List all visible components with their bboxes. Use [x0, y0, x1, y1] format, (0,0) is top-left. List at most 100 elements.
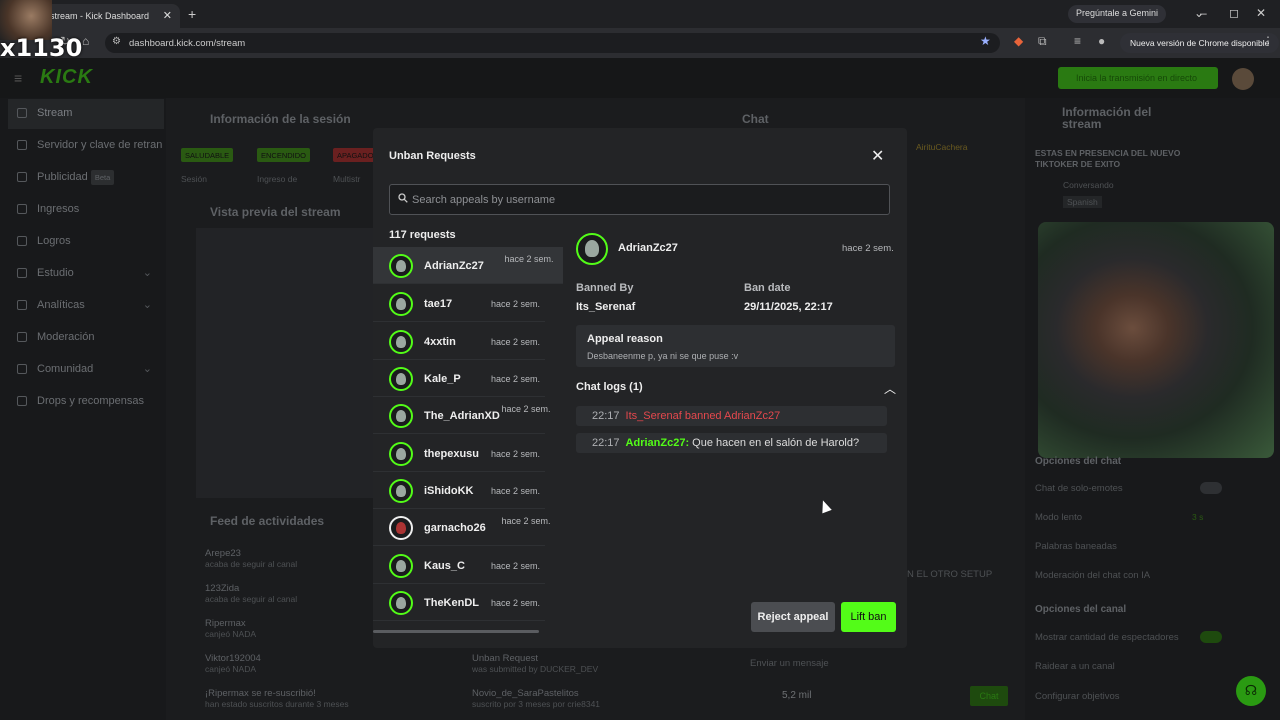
- site-info-icon[interactable]: ⚙: [112, 36, 121, 47]
- avatar: [389, 516, 413, 540]
- emotes-toggle[interactable]: [1200, 482, 1222, 494]
- modal-title: Unban Requests: [389, 150, 476, 162]
- activity-sub: han estado suscritos durante 3 meses: [205, 699, 349, 709]
- sidebar-item-income[interactable]: Ingresos: [8, 195, 164, 225]
- activity-name: Viktor192004: [205, 653, 261, 664]
- list-scrollbar[interactable]: [373, 630, 539, 633]
- chevron-up-icon[interactable]: ︿: [884, 380, 896, 397]
- banned-by-label: Banned By: [576, 282, 634, 294]
- request-row[interactable]: thepexusu hace 2 sem.: [373, 435, 545, 472]
- chat-input[interactable]: Enviar un mensaje: [750, 658, 829, 669]
- home-icon[interactable]: ⌂: [82, 34, 89, 48]
- request-username: TheKenDL: [424, 597, 479, 609]
- close-window-icon[interactable]: ✕: [1256, 6, 1266, 20]
- close-tab-icon[interactable]: ✕: [163, 9, 172, 22]
- menu-kebab-icon[interactable]: ⋮: [1262, 34, 1274, 48]
- new-tab-icon[interactable]: +: [188, 6, 196, 22]
- lift-ban-button[interactable]: Lift ban: [841, 602, 896, 632]
- status-badge: SALUDABLE: [181, 148, 234, 162]
- appeal-reason-label: Appeal reason: [587, 333, 663, 345]
- stream-preview: [196, 228, 373, 498]
- activity-item: Arepe23 acaba de seguir al canal: [185, 548, 297, 569]
- stream-title: ESTAS EN PRESENCIA DEL NUEVO TIKTOKER DE…: [1035, 148, 1181, 169]
- extensions-puzzle-icon[interactable]: ⧉: [1038, 34, 1047, 49]
- activity-feed-title: Feed de actividades: [210, 514, 325, 528]
- ads-icon: [17, 172, 27, 182]
- request-row[interactable]: Kaus_C hace 2 sem.: [373, 547, 545, 584]
- chrome-update-button[interactable]: Nueva versión de Chrome disponible: [1120, 33, 1280, 53]
- avatar[interactable]: [1232, 68, 1254, 90]
- maximize-icon[interactable]: ◻: [1229, 6, 1239, 20]
- avatar: [389, 442, 413, 466]
- sidebar-item-server[interactable]: Servidor y clave de retran: [8, 131, 164, 161]
- sidebar-item-community[interactable]: Comunidad ⌄: [8, 355, 164, 385]
- url-field[interactable]: dashboard.kick.com/stream: [105, 33, 1000, 53]
- sidebar-item-stream[interactable]: Stream: [8, 99, 164, 129]
- log-time: 22:17: [592, 410, 620, 422]
- sidebar-item-studio[interactable]: Estudio ⌄: [8, 259, 164, 289]
- log-time: 22:17: [592, 437, 620, 449]
- channel-option-raid[interactable]: Raidear a un canal: [1035, 661, 1115, 672]
- sidebar-item-analytics[interactable]: Analíticas ⌄: [8, 291, 164, 321]
- hamburger-icon[interactable]: ≡: [14, 70, 22, 86]
- income-icon: [17, 204, 27, 214]
- preview-title: Vista previa del stream: [210, 205, 341, 219]
- request-row[interactable]: TheKenDL hace 2 sem.: [373, 584, 545, 621]
- search-input[interactable]: Search appeals by username: [389, 184, 890, 215]
- log-user: AdrianZc27:: [625, 437, 690, 449]
- activity-item: ¡Ripermax se re-suscribió! han estado sus…: [185, 688, 349, 709]
- channel-option-viewers[interactable]: Mostrar cantidad de espectadores: [1035, 632, 1179, 643]
- sidebar-item-moderation[interactable]: Moderación: [8, 323, 164, 353]
- request-time: hace 2 sem.: [501, 404, 551, 414]
- activity-sub: canjeó NADA: [205, 664, 257, 674]
- viewers-toggle[interactable]: [1200, 631, 1222, 643]
- media-icon[interactable]: ≡: [1074, 34, 1081, 48]
- chat-option-banned-words[interactable]: Palabras baneadas: [1035, 541, 1117, 552]
- chat-logs-label: Chat logs (1): [576, 381, 643, 393]
- avatar: [389, 591, 413, 615]
- request-time: hace 2 sem.: [491, 299, 541, 309]
- sidebar-item-drops[interactable]: Drops y recompensas: [8, 387, 164, 417]
- activity-name: Novio_de_SaraPastelitos: [472, 688, 579, 699]
- request-row[interactable]: iShidoKK hace 2 sem.: [373, 472, 545, 509]
- minimize-icon[interactable]: –: [1200, 6, 1207, 20]
- reject-appeal-button[interactable]: Reject appeal: [751, 602, 835, 632]
- sidebar-item-label: Analíticas: [37, 299, 85, 311]
- chat-option-emotes[interactable]: Chat de solo-emotes: [1035, 483, 1123, 494]
- bookmark-star-icon[interactable]: ★: [980, 34, 991, 48]
- request-row[interactable]: AdrianZc27 hace 2 sem.: [373, 247, 563, 284]
- request-row[interactable]: The_AdrianXD hace 2 sem.: [373, 397, 551, 434]
- slow-mode-value: 3 s: [1192, 512, 1204, 522]
- activity-name: ¡Ripermax se re-suscribió!: [205, 688, 316, 699]
- tab-title: stream - Kick Dashboard: [50, 11, 150, 21]
- chat-option-ai-moderation[interactable]: Moderación del chat con IA: [1035, 570, 1150, 581]
- avatar: [389, 554, 413, 578]
- detail-time: hace 2 sem.: [842, 243, 894, 254]
- chat-log-row: 22:17 AdrianZc27: Que hacen en el salón d…: [576, 433, 887, 453]
- chat-send-button[interactable]: Chat: [970, 686, 1008, 706]
- gemini-button[interactable]: Pregúntale a Gemini: [1068, 5, 1167, 23]
- activity-sub: canjeó NADA: [205, 629, 257, 639]
- close-icon[interactable]: ✕: [871, 146, 884, 166]
- channel-option-goals[interactable]: Configurar objetivos: [1035, 691, 1120, 702]
- chat-option-slow-mode[interactable]: Modo lento: [1035, 512, 1082, 523]
- request-row[interactable]: Kale_P hace 2 sem.: [373, 360, 545, 397]
- extension-icon[interactable]: ◆: [1014, 34, 1023, 48]
- chat-log-row: 22:17 Its_Serenaf banned AdrianZc27: [576, 406, 887, 426]
- detail-username: AdrianZc27: [618, 242, 678, 254]
- sidebar-item-achievements[interactable]: Logros: [8, 227, 164, 257]
- status-badge: APAGADO: [333, 148, 378, 162]
- profile-icon[interactable]: ●: [1098, 34, 1105, 48]
- activity-name: Ripermax: [205, 618, 246, 629]
- request-row[interactable]: 4xxtin hace 2 sem.: [373, 323, 545, 360]
- activity-item: 123Zida acaba de seguir al canal: [185, 583, 297, 604]
- sidebar-item-ads[interactable]: Publicidad Beta: [8, 163, 164, 193]
- help-headset-icon[interactable]: ☊: [1236, 676, 1266, 706]
- request-row[interactable]: garnacho26 hace 2 sem.: [373, 509, 551, 546]
- banned-by-value: Its_Serenaf: [576, 301, 636, 313]
- request-time: hace 2 sem.: [491, 598, 541, 608]
- activity-item: Viktor192004 canjeó NADA: [185, 653, 261, 674]
- request-row[interactable]: tae17 hace 2 sem.: [373, 285, 545, 322]
- moderation-icon: [17, 332, 27, 342]
- go-live-button[interactable]: Inicia la transmisión en directo: [1058, 67, 1218, 89]
